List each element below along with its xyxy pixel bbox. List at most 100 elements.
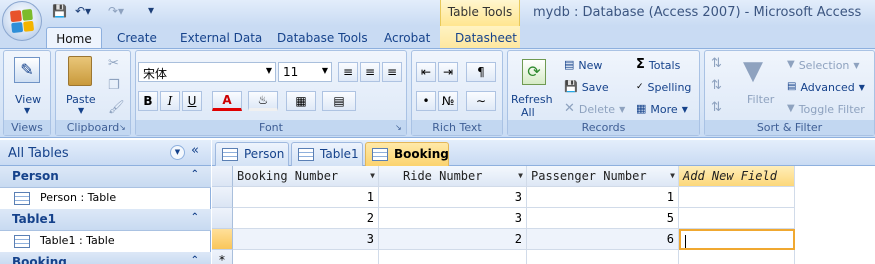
table-icon <box>372 148 388 161</box>
table-cell[interactable]: 6 <box>527 229 679 250</box>
collapse-icon[interactable]: ⌃ <box>191 169 199 180</box>
numbering-icon[interactable]: № <box>438 91 458 111</box>
new-record-button[interactable]: ▤ New <box>564 56 602 74</box>
save-icon[interactable]: 💾 <box>52 4 67 20</box>
table-cell[interactable] <box>679 250 795 264</box>
nav-pane-header[interactable]: All Tables ▼ « <box>0 140 211 166</box>
sort-descending-icon[interactable]: ⇅ <box>711 79 722 93</box>
new-record-marker[interactable]: * <box>212 250 233 264</box>
font-color-button[interactable]: A <box>212 91 242 111</box>
chevron-down-icon: ▼ <box>265 66 272 75</box>
decrease-indent-icon[interactable]: ⇤ <box>416 62 436 82</box>
table-cell[interactable]: 3 <box>379 187 527 208</box>
view-button[interactable]: View <box>15 93 41 106</box>
column-header-ride-number[interactable]: Ride Number ▼ <box>379 166 527 187</box>
nav-group-table1[interactable]: Table1 ⌃ <box>0 209 211 231</box>
customize-quick-access-icon[interactable]: ▾ <box>148 3 154 19</box>
table-cell[interactable]: 1 <box>527 187 679 208</box>
font-family-select[interactable]: 宋体 ▼ <box>138 62 276 82</box>
office-button[interactable] <box>2 1 42 41</box>
font-launcher-icon[interactable]: ↘ <box>395 124 404 133</box>
refresh-all-label[interactable]: All <box>521 106 535 119</box>
cut-icon[interactable]: ✂ <box>108 57 119 71</box>
table-cell[interactable]: 2 <box>233 208 379 229</box>
increase-indent-icon[interactable]: ⇥ <box>438 62 458 82</box>
table-cell[interactable] <box>679 208 795 229</box>
undo-icon[interactable]: ↶▾ <box>75 4 91 20</box>
align-center-icon[interactable]: ≡ <box>360 62 380 82</box>
bold-button[interactable]: B <box>138 91 158 111</box>
active-cell-editor[interactable] <box>679 229 795 250</box>
tab-datasheet[interactable]: Datasheet <box>455 27 517 49</box>
column-header-booking-number[interactable]: Booking Number ▼ <box>233 166 379 187</box>
tab-acrobat[interactable]: Acrobat <box>384 27 430 49</box>
paragraph-direction-icon[interactable]: ¶ <box>466 62 496 82</box>
chevron-down-icon[interactable]: ▼ <box>670 166 675 186</box>
collapse-icon[interactable]: ⌃ <box>191 255 199 264</box>
spelling-button[interactable]: ✓ Spelling <box>636 78 691 96</box>
redo-icon[interactable]: ↷▾ <box>108 4 124 20</box>
tab-external-data[interactable]: External Data <box>180 27 262 49</box>
table-cell[interactable]: 3 <box>233 229 379 250</box>
table-cell[interactable] <box>233 250 379 264</box>
chevron-down-icon[interactable]: ▼ <box>518 166 523 186</box>
collapse-icon[interactable]: ⌃ <box>191 212 199 223</box>
view-dropdown-icon[interactable]: ▼ <box>24 106 30 115</box>
column-header-add-new-field[interactable]: Add New Field <box>679 166 795 187</box>
nav-group-person[interactable]: Person ⌃ <box>0 166 211 188</box>
nav-menu-dropdown-icon[interactable]: ▼ <box>170 145 185 160</box>
shutter-bar-close-icon[interactable]: « <box>191 143 199 158</box>
tab-home[interactable]: Home <box>46 27 102 49</box>
table-cell[interactable] <box>679 187 795 208</box>
refresh-button[interactable]: Refresh <box>511 93 553 106</box>
clear-sort-icon[interactable]: ⇅ <box>711 101 722 115</box>
align-right-icon[interactable]: ≡ <box>382 62 402 82</box>
align-left-icon[interactable]: ≡ <box>338 62 358 82</box>
highlight-icon[interactable]: ∼ <box>466 91 496 111</box>
advanced-button[interactable]: ▤ Advanced ▼ <box>787 78 865 96</box>
table-cell[interactable]: 1 <box>233 187 379 208</box>
underline-button[interactable]: U <box>182 91 202 111</box>
chevron-down-icon: ▼ <box>858 82 865 92</box>
font-size-select[interactable]: 11 ▼ <box>278 62 332 82</box>
table-cell[interactable]: 3 <box>379 208 527 229</box>
nav-item-table1-table[interactable]: Table1 : Table <box>0 231 211 253</box>
delete-record-button[interactable]: ✕ Delete ▼ <box>564 100 625 118</box>
row-selector[interactable] <box>212 208 233 229</box>
table-icon <box>14 235 30 248</box>
format-painter-icon[interactable]: 🖌 <box>108 101 125 115</box>
chevron-down-icon[interactable]: ▼ <box>370 166 375 186</box>
column-header-passenger-number[interactable]: Passenger Number ▼ <box>527 166 679 187</box>
nav-group-booking[interactable]: Booking ⌃ <box>0 252 211 264</box>
gridlines-icon[interactable]: ▦ <box>286 91 316 111</box>
save-record-button[interactable]: 💾 Save <box>564 78 609 96</box>
row-selector[interactable] <box>212 187 233 208</box>
italic-button[interactable]: I <box>160 91 180 111</box>
fill-color-icon[interactable]: ♨ <box>248 91 278 111</box>
doc-tab-person[interactable]: Person <box>215 142 289 166</box>
paste-dropdown-icon[interactable]: ▼ <box>78 106 84 115</box>
alternate-fill-icon[interactable]: ▤ <box>322 91 356 111</box>
sort-ascending-icon[interactable]: ⇅ <box>711 57 722 71</box>
tab-create[interactable]: Create <box>117 27 157 49</box>
select-all-corner[interactable] <box>212 166 233 187</box>
toggle-filter-button[interactable]: ▼ Toggle Filter <box>787 100 865 118</box>
table-cell[interactable]: 5 <box>527 208 679 229</box>
table-cell[interactable]: 2 <box>379 229 527 250</box>
table-cell[interactable] <box>379 250 527 264</box>
more-button[interactable]: ▦ More ▼ <box>636 100 688 118</box>
totals-button[interactable]: Σ Totals <box>636 56 680 74</box>
filter-button[interactable]: Filter <box>747 93 774 106</box>
nav-item-person-table[interactable]: Person : Table <box>0 188 211 210</box>
doc-tab-table1[interactable]: Table1 <box>291 142 363 166</box>
bullets-icon[interactable]: • <box>416 91 436 111</box>
clipboard-launcher-icon[interactable]: ↘ <box>119 124 128 133</box>
copy-icon[interactable]: ❐ <box>108 79 120 93</box>
more-icon: ▦ <box>636 102 647 115</box>
doc-tab-booking[interactable]: Booking <box>365 142 449 166</box>
selection-button[interactable]: ▼ Selection ▼ <box>787 56 860 74</box>
paste-button[interactable]: Paste <box>66 93 96 106</box>
table-cell[interactable] <box>527 250 679 264</box>
row-selector-current[interactable] <box>212 229 233 250</box>
tab-database-tools[interactable]: Database Tools <box>277 27 368 49</box>
